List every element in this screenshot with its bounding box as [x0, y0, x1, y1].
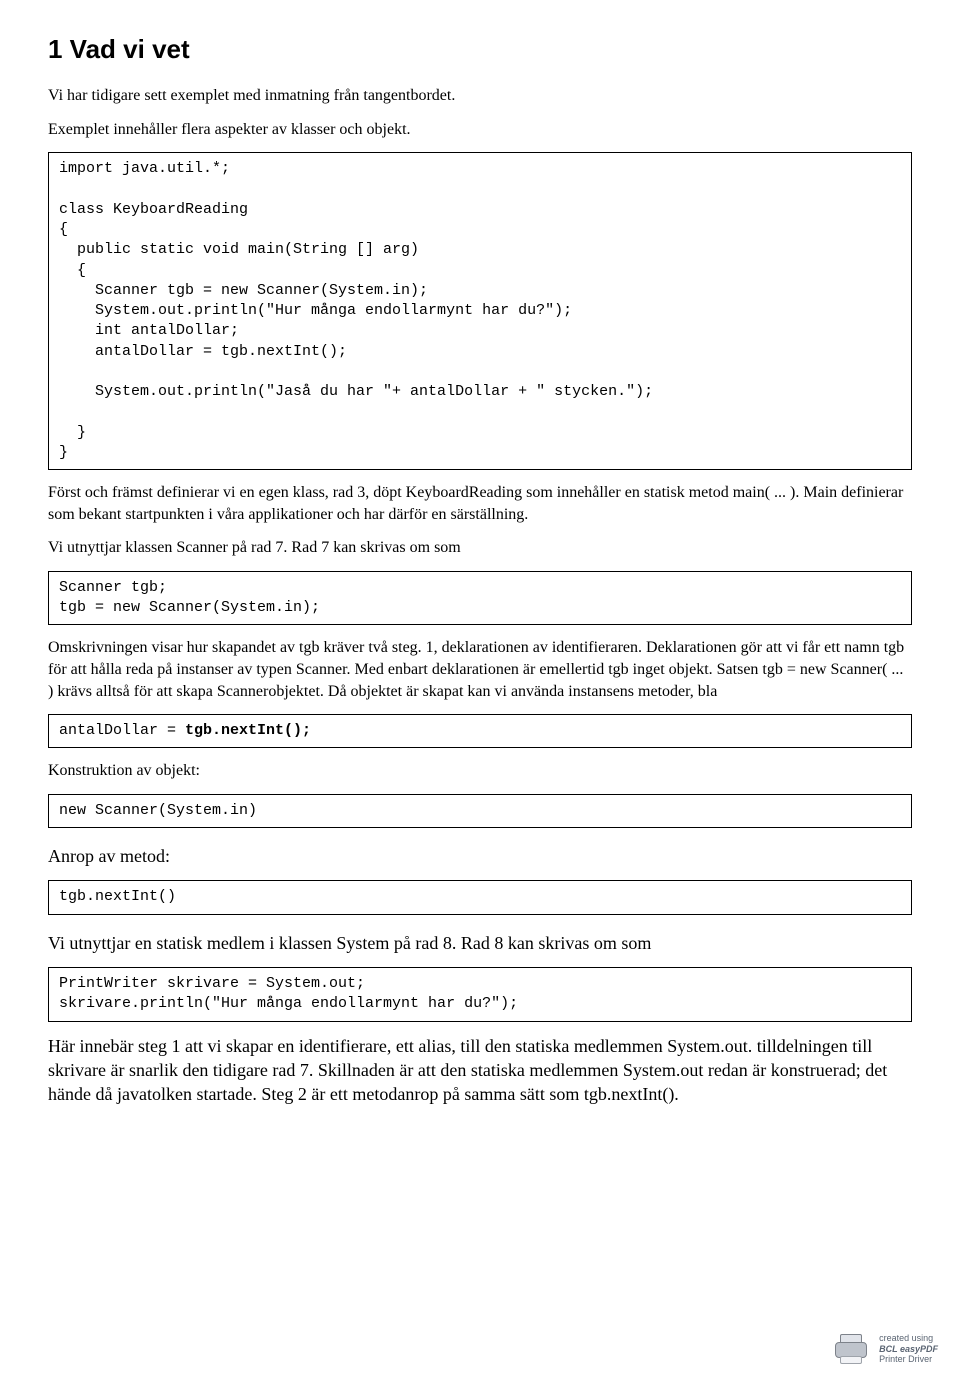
footer-watermark: created using BCL easyPDF Printer Driver [831, 1332, 938, 1366]
paragraph-8: Vi utnyttjar en statisk medlem i klassen… [48, 931, 912, 955]
code3-pre: antalDollar = [59, 722, 185, 739]
paragraph-6: Konstruktion av objekt: [48, 760, 912, 782]
code-block-6: PrintWriter skrivare = System.out; skriv… [48, 967, 912, 1022]
printer-icon [831, 1332, 871, 1366]
footer-line2: BCL easyPDF [879, 1344, 938, 1354]
code-block-4: new Scanner(System.in) [48, 794, 912, 828]
intro-paragraph-2: Exemplet innehåller flera aspekter av kl… [48, 119, 912, 141]
paragraph-9: Här innebär steg 1 att vi skapar en iden… [48, 1034, 912, 1107]
code-block-2: Scanner tgb; tgb = new Scanner(System.in… [48, 571, 912, 626]
code-block-1: import java.util.*; class KeyboardReadin… [48, 152, 912, 470]
footer-line3: Printer Driver [879, 1354, 938, 1364]
footer-line1: created using [879, 1333, 938, 1343]
intro-paragraph-1: Vi har tidigare sett exemplet med inmatn… [48, 85, 912, 107]
paragraph-5: Omskrivningen visar hur skapandet av tgb… [48, 637, 912, 702]
heading-1: 1 Vad vi vet [48, 32, 912, 67]
paragraph-4: Vi utnyttjar klassen Scanner på rad 7. R… [48, 537, 912, 559]
footer-text: created using BCL easyPDF Printer Driver [879, 1333, 938, 1364]
paragraph-7: Anrop av metod: [48, 844, 912, 868]
code3-bold: tgb.nextInt(); [185, 722, 311, 739]
code-block-3: antalDollar = tgb.nextInt(); [48, 714, 912, 748]
paragraph-3: Först och främst definierar vi en egen k… [48, 482, 912, 525]
code-block-5: tgb.nextInt() [48, 880, 912, 914]
